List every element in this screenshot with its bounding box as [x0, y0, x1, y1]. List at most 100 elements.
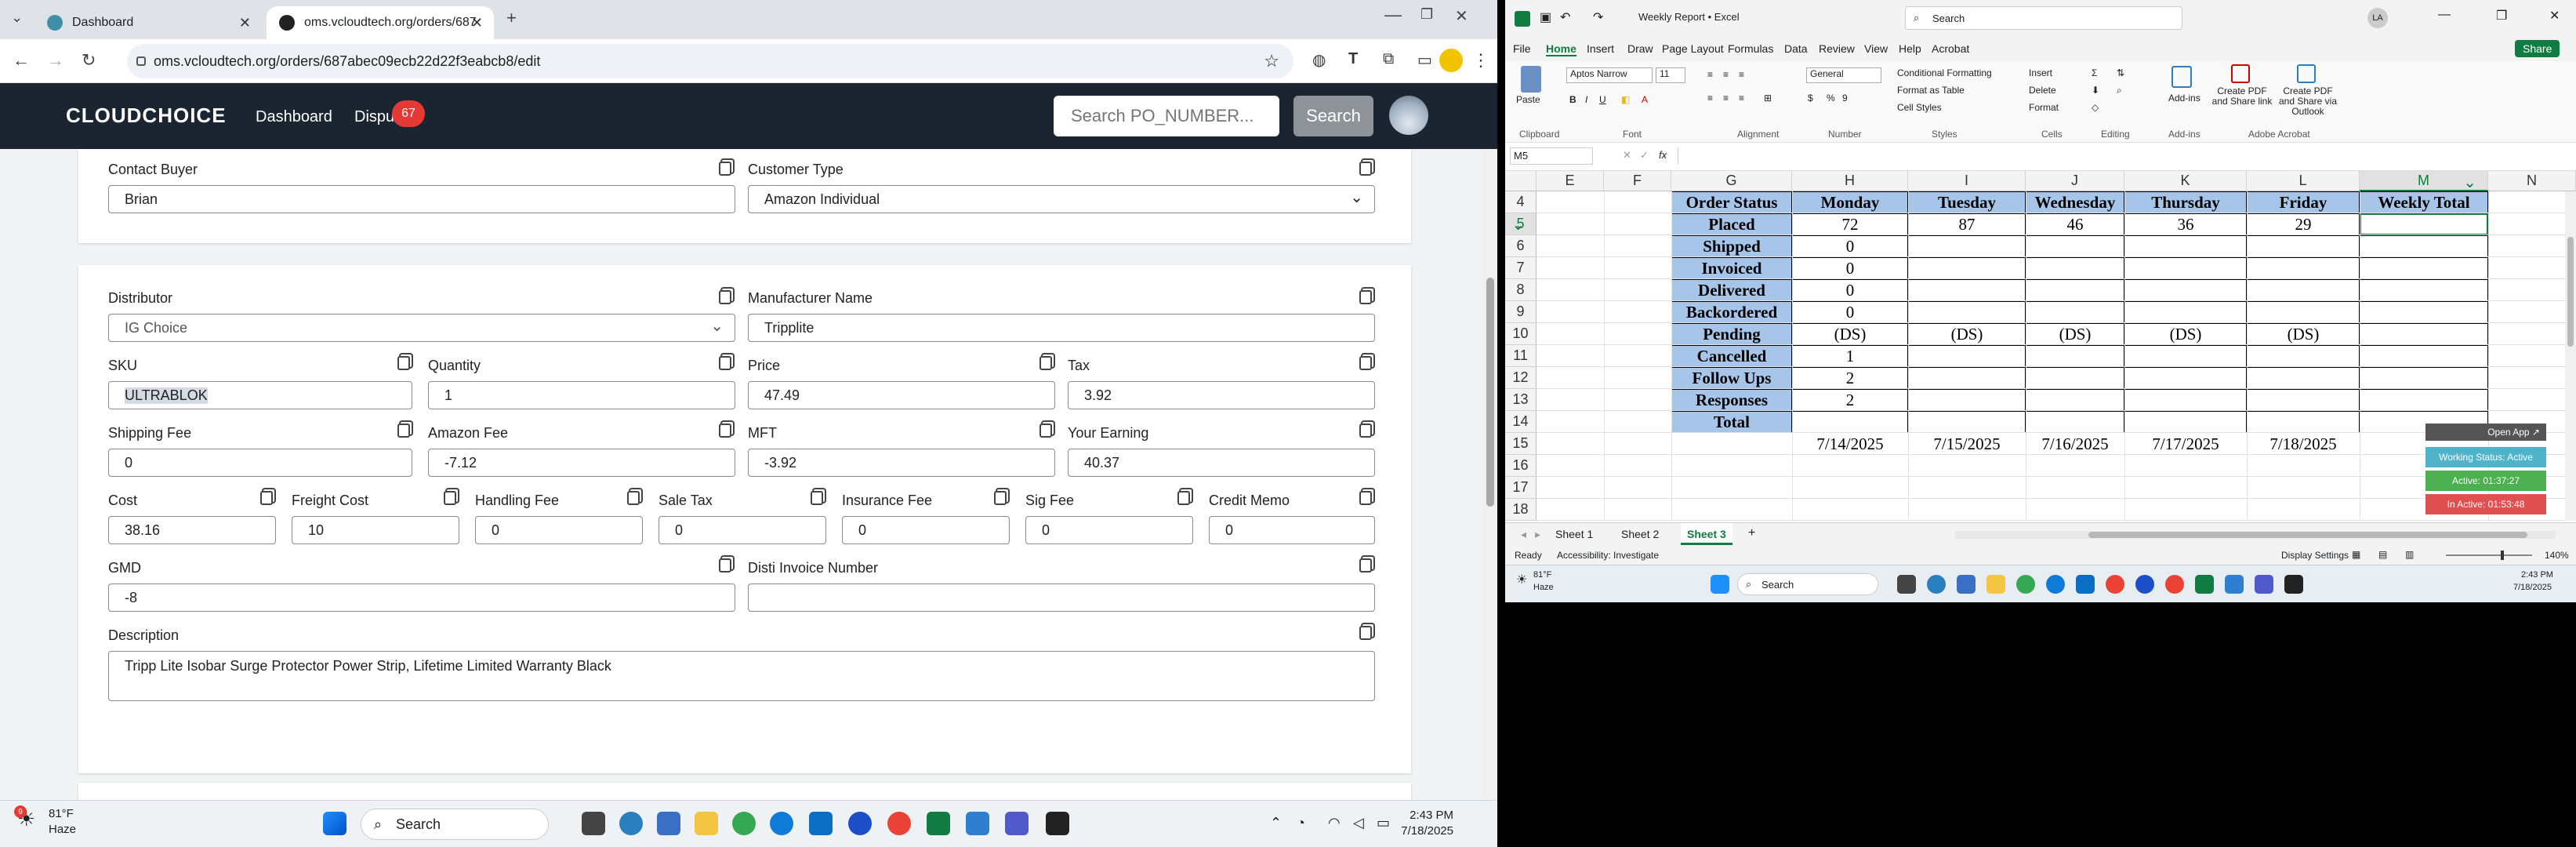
outlook-icon[interactable] — [2076, 575, 2095, 594]
handling-fee-field[interactable]: 0 — [475, 516, 643, 544]
table-cell[interactable]: 1 — [1792, 345, 1908, 367]
copy-icon[interactable] — [1359, 558, 1372, 573]
start-icon[interactable] — [323, 812, 346, 835]
price-field[interactable]: 47.49 — [748, 381, 1055, 409]
sheet-tab-3[interactable]: Sheet 3 — [1681, 523, 1732, 545]
task-view-icon[interactable] — [1897, 575, 1916, 594]
network-icon[interactable]: ◔ — [1297, 815, 1305, 831]
table-header-cell[interactable]: Friday — [2247, 191, 2360, 213]
table-cell[interactable] — [2124, 389, 2247, 411]
table-cell[interactable] — [2026, 389, 2124, 411]
minimize-icon[interactable]: — — [2438, 8, 2451, 22]
chrome-alt-icon[interactable] — [2165, 575, 2184, 594]
browser-menu-icon[interactable]: ⋮ — [1472, 50, 1489, 71]
taskbar-search[interactable]: ⌕ Search — [361, 809, 549, 840]
table-cell[interactable]: (DS) — [2124, 323, 2247, 345]
copy-icon[interactable] — [719, 558, 731, 573]
table-cell[interactable]: 2 — [1792, 367, 1908, 389]
table-cell[interactable] — [2124, 411, 2247, 433]
comma-icon[interactable]: 9 — [1842, 93, 1848, 104]
copy-icon[interactable] — [994, 491, 1007, 505]
table-cell[interactable]: 29 — [2247, 213, 2360, 235]
row-header[interactable]: 9 — [1505, 301, 1537, 323]
extensions-puzzle-icon[interactable]: ⧉ — [1383, 50, 1394, 68]
row-header[interactable]: 5 — [1505, 213, 1537, 235]
app-icon[interactable] — [1046, 812, 1069, 835]
redo-icon[interactable]: ↷ — [1593, 9, 1603, 25]
table-cell[interactable] — [2247, 235, 2360, 257]
photos-icon[interactable] — [2225, 575, 2244, 594]
chevron-up-icon[interactable]: ⌃ — [1270, 815, 1282, 831]
autosum-icon[interactable]: Σ — [2092, 67, 2097, 78]
status-label-cell[interactable]: Backordered — [1671, 301, 1792, 323]
align-top-icon[interactable]: ≡ — [1707, 69, 1713, 80]
date-cell[interactable]: 7/15/2025 — [1908, 433, 2026, 455]
status-label-cell[interactable]: Pending — [1671, 323, 1792, 345]
row-header[interactable]: 15 — [1505, 433, 1537, 455]
table-cell[interactable] — [2026, 279, 2124, 301]
table-cell[interactable] — [2026, 235, 2124, 257]
bookmark-star-icon[interactable]: ☆ — [1264, 51, 1279, 71]
maximize-icon[interactable]: ❐ — [1420, 6, 1433, 23]
shipping-fee-field[interactable]: 0 — [108, 449, 412, 477]
currency-icon[interactable]: $ — [1808, 93, 1813, 104]
row-header[interactable]: 17 — [1505, 477, 1537, 499]
row-header[interactable]: 16 — [1505, 455, 1537, 477]
table-cell[interactable] — [2247, 279, 2360, 301]
teams-icon[interactable] — [2255, 575, 2273, 594]
table-cell[interactable] — [2026, 345, 2124, 367]
tab-order-edit[interactable]: oms.vcloudtech.org/orders/687 ✕ — [267, 6, 494, 39]
column-header-m[interactable]: M — [2360, 171, 2488, 192]
table-header-cell[interactable]: Order Status — [1671, 191, 1792, 213]
table-cell[interactable] — [2124, 235, 2247, 257]
manufacturer-name-field[interactable]: Tripplite — [748, 314, 1375, 342]
chrome-icon[interactable] — [732, 812, 756, 835]
url-field[interactable]: oms.vcloudtech.org/orders/687abec09ecb22… — [127, 44, 1293, 78]
table-cell[interactable] — [2360, 367, 2488, 389]
edge-icon[interactable] — [1927, 575, 1946, 594]
table-cell[interactable]: 36 — [2124, 213, 2247, 235]
add-sheet-icon[interactable]: + — [1748, 526, 1755, 540]
table-cell[interactable] — [2124, 257, 2247, 279]
edge-browser-icon[interactable] — [2046, 575, 2065, 594]
table-cell[interactable] — [2026, 257, 2124, 279]
zoom-icon[interactable] — [848, 812, 872, 835]
excel-icon[interactable] — [927, 812, 950, 835]
column-header-e[interactable]: E — [1537, 171, 1604, 191]
merge-icon[interactable]: ⊞ — [1764, 93, 1772, 104]
create-pdf-outlook-icon[interactable] — [2297, 64, 2316, 83]
reload-icon[interactable]: ↻ — [82, 50, 96, 71]
copy-icon[interactable] — [1177, 491, 1190, 505]
close-tab-icon[interactable]: ✕ — [239, 15, 251, 31]
copy-icon[interactable] — [1359, 491, 1372, 505]
undo-icon[interactable]: ↶ — [1560, 9, 1570, 25]
app-icon[interactable] — [2284, 575, 2303, 594]
date-cell[interactable]: 7/18/2025 — [2247, 433, 2360, 455]
table-cell[interactable] — [2247, 301, 2360, 323]
extension-icon[interactable]: ◍ — [1312, 50, 1326, 70]
align-bottom-icon[interactable]: ≡ — [1739, 69, 1744, 80]
prev-sheet-icon[interactable]: ◂ — [1521, 528, 1526, 541]
next-sheet-icon[interactable]: ▸ — [1535, 528, 1540, 541]
status-label-cell[interactable]: Follow Ups — [1671, 367, 1792, 389]
edge-icon[interactable] — [619, 812, 643, 835]
save-icon[interactable]: ▣ — [1540, 9, 1551, 25]
align-center-icon[interactable]: ≡ — [1723, 93, 1729, 104]
zoom-icon[interactable] — [2135, 575, 2154, 594]
fill-color-icon[interactable]: ◧ — [1621, 94, 1630, 105]
restore-icon[interactable]: ❐ — [2496, 8, 2507, 24]
search-button[interactable]: Search — [1293, 96, 1373, 136]
minimize-icon[interactable]: — — [1384, 5, 1402, 25]
taskbar-time[interactable]: 2:43 PM — [1395, 809, 1453, 822]
date-cell[interactable]: 7/16/2025 — [2026, 433, 2124, 455]
copy-icon[interactable] — [719, 424, 731, 438]
table-cell[interactable] — [1792, 411, 1908, 433]
cancel-icon[interactable]: ✕ — [1623, 149, 1631, 162]
close-window-icon[interactable]: ✕ — [1455, 6, 1468, 26]
column-header-l[interactable]: L — [2247, 171, 2360, 191]
column-header-n[interactable]: N — [2488, 171, 2576, 191]
copy-icon[interactable] — [397, 424, 410, 438]
table-cell[interactable] — [2360, 257, 2488, 279]
edge-browser-icon[interactable] — [770, 812, 793, 835]
name-box[interactable]: M5 — [1510, 147, 1593, 165]
